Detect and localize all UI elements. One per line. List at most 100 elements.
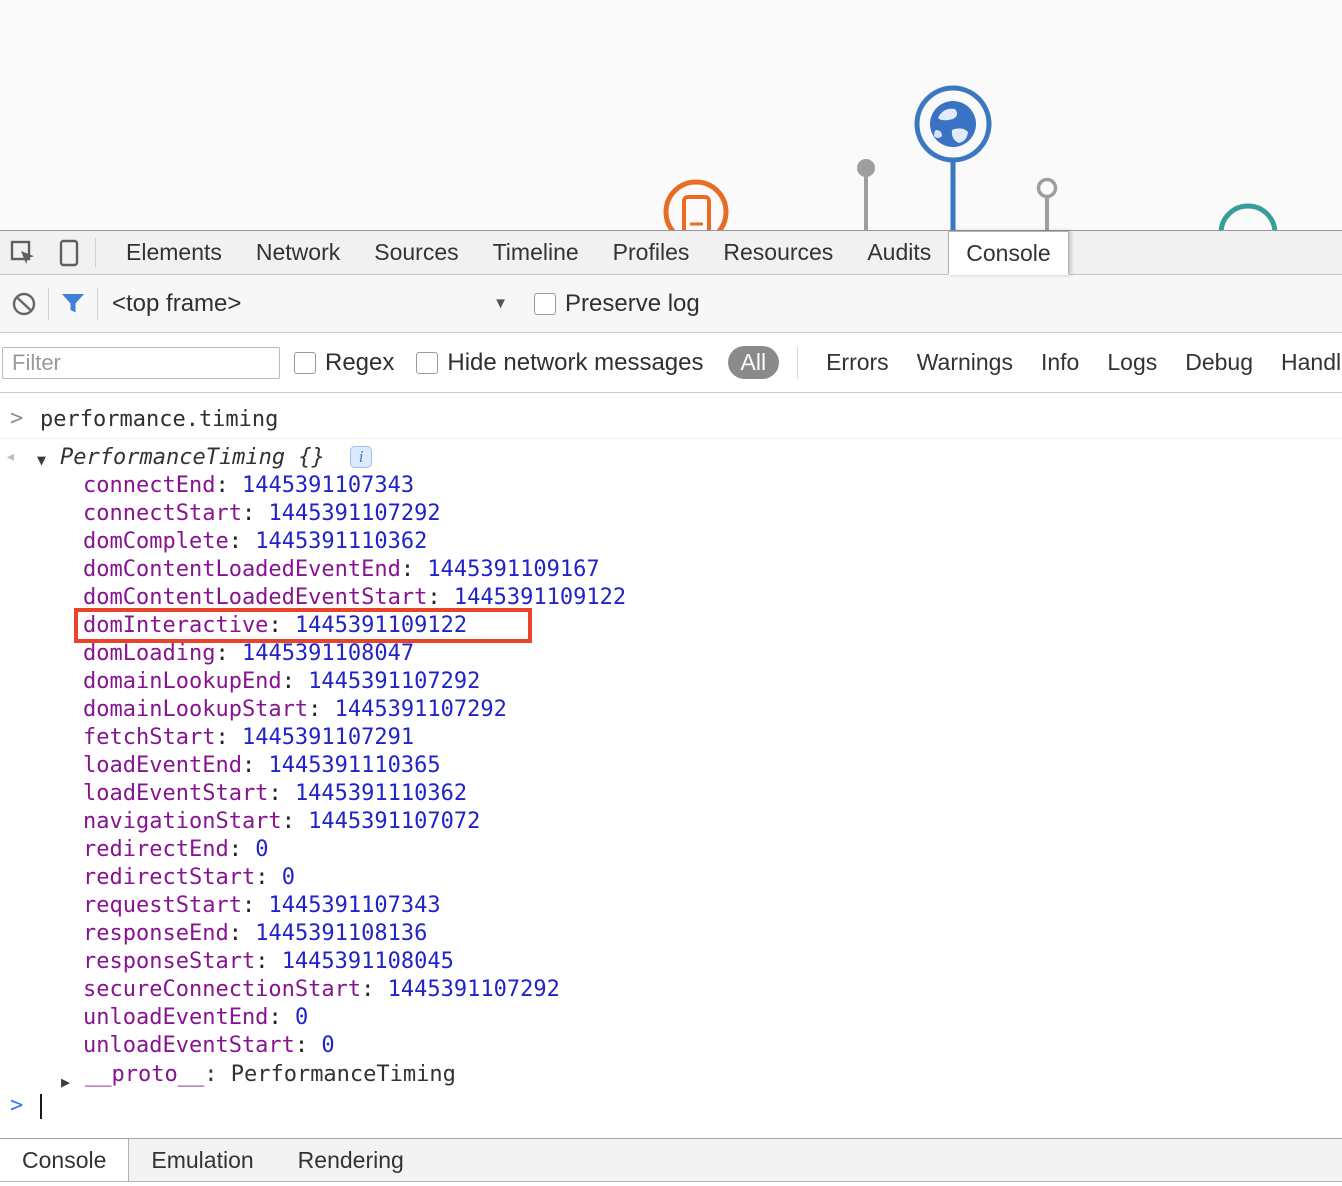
property-name: loadEventStart <box>83 781 269 806</box>
device-mode-icon <box>59 239 79 266</box>
property-name: secureConnectionStart <box>83 977 362 1002</box>
property-value: 1445391110362 <box>294 781 468 806</box>
filter-level-info[interactable]: Info <box>1041 349 1079 376</box>
preserve-log-label: Preserve log <box>565 289 700 317</box>
filter-level-debug[interactable]: Debug <box>1185 349 1253 376</box>
tab-sources[interactable]: Sources <box>357 231 475 274</box>
checkbox-box <box>294 351 316 374</box>
echoed-command: performance.timing <box>40 407 279 432</box>
console-property-row: domainLookupStart: 1445391107292 <box>83 697 507 722</box>
console-properties: connectEnd: 1445391107343 connectStart: 1… <box>0 472 1342 1060</box>
prompt-chevron-icon: > <box>10 1093 24 1118</box>
clear-console-button[interactable] <box>0 275 48 332</box>
webpage-background <box>0 0 1342 230</box>
frame-context-select[interactable]: <top frame> ▼ <box>112 290 508 318</box>
tab-timeline[interactable]: Timeline <box>476 231 596 274</box>
property-value: 1445391107292 <box>387 977 560 1002</box>
hide-network-messages-checkbox[interactable]: Hide network messages <box>416 348 704 377</box>
drawer-tab-console[interactable]: Console <box>0 1139 130 1181</box>
console-property-row: secureConnectionStart: 1445391107292 <box>83 977 560 1002</box>
filter-level-warnings[interactable]: Warnings <box>917 349 1013 376</box>
result-object-braces: {} <box>298 445 325 470</box>
property-value: 0 <box>294 1005 309 1030</box>
main-tabs: Elements Network Sources Timeline Profiles Re… <box>109 231 1069 275</box>
property-value: 0 <box>281 865 295 890</box>
drawer-tab-emulation[interactable]: Emulation <box>129 1139 275 1181</box>
drawer-tabbar: Console Emulation Rendering <box>0 1138 1342 1182</box>
console-property-row: domContentLoadedEventEnd: 1445391109167 <box>83 557 600 582</box>
devtools-panel: Elements Network Sources Timeline Profiles Re… <box>0 230 1342 1185</box>
console-property-row: domLoading: 1445391108047 <box>83 641 415 666</box>
bottom-strip <box>0 1182 1342 1185</box>
console-property-row: domInteractive: 1445391109122 <box>0 608 1342 643</box>
property-value: 1445391107343 <box>268 893 441 918</box>
filter-funnel-icon <box>62 293 84 312</box>
tab-console[interactable]: Console <box>948 231 1069 275</box>
console-output: > performance.timing ◂ ▼ PerformanceTimi… <box>0 393 1342 1138</box>
property-name: domainLookupStart <box>83 697 309 722</box>
tab-resources[interactable]: Resources <box>706 231 850 274</box>
drawer-tab-rendering[interactable]: Rendering <box>276 1139 426 1181</box>
property-value: 1445391107292 <box>308 669 481 694</box>
hide-network-messages-label: Hide network messages <box>447 348 704 376</box>
browser-globe-icon <box>914 85 992 230</box>
inspect-element-icon <box>10 240 34 264</box>
result-object-name[interactable]: PerformanceTiming <box>60 445 285 470</box>
property-name: requestStart <box>83 893 242 918</box>
property-value: 1445391109122 <box>294 613 468 638</box>
console-property-row: responseEnd: 1445391108136 <box>83 921 428 946</box>
filter-input[interactable] <box>2 346 280 379</box>
property-name: domContentLoadedEventStart <box>83 585 428 610</box>
console-property-row: responseStart: 1445391108045 <box>83 949 454 974</box>
property-name: responseStart <box>83 949 256 974</box>
toolbar-divider <box>95 238 96 267</box>
property-value: 1445391107292 <box>334 697 507 722</box>
info-icon[interactable]: i <box>350 446 373 468</box>
property-value: 1445391108045 <box>281 949 454 974</box>
property-value: 1445391108047 <box>241 641 415 666</box>
tab-profiles[interactable]: Profiles <box>596 231 707 274</box>
preserve-log-checkbox[interactable]: Preserve log <box>534 290 700 318</box>
device-mode-button[interactable] <box>46 231 92 274</box>
property-name: connectEnd <box>83 473 216 498</box>
devtools-tabbar: Elements Network Sources Timeline Profiles Re… <box>0 231 1342 275</box>
console-property-row: domContentLoadedEventStart: 144539110912… <box>83 585 627 610</box>
teal-circle-icon <box>1218 203 1278 230</box>
property-name: fetchStart <box>83 725 216 750</box>
filter-level-errors[interactable]: Errors <box>826 349 889 376</box>
property-value: 1445391107291 <box>241 725 415 750</box>
property-value: 1445391110365 <box>268 753 441 778</box>
property-name: navigationStart <box>83 809 282 834</box>
toolbar-divider <box>797 346 799 379</box>
regex-checkbox[interactable]: Regex <box>294 349 394 377</box>
property-name: responseEnd <box>83 921 229 946</box>
colon: : <box>204 1062 231 1087</box>
property-value: 1445391107292 <box>268 501 441 526</box>
output-arrow-icon: ◂ <box>5 446 16 467</box>
tab-elements[interactable]: Elements <box>109 231 239 274</box>
property-value: 1445391108136 <box>255 921 428 946</box>
frame-context-label: <top frame> <box>112 289 242 317</box>
filter-level-logs[interactable]: Logs <box>1107 349 1157 376</box>
filter-level-all[interactable]: All <box>727 346 780 379</box>
filter-level-handled[interactable]: Handled <box>1281 349 1342 376</box>
property-name: domainLookupEnd <box>83 669 282 694</box>
console-input-echo: > performance.timing <box>0 403 1342 439</box>
regex-label: Regex <box>325 348 395 376</box>
tab-audits[interactable]: Audits <box>850 231 948 274</box>
console-property-row: unloadEventEnd: 0 <box>83 1005 309 1030</box>
collapse-triangle-icon[interactable]: ▼ <box>37 451 46 469</box>
screen: Elements Network Sources Timeline Profiles Re… <box>0 0 1342 1186</box>
filter-levels: All Errors Warnings Info Logs Debug Handled <box>704 346 1342 379</box>
filter-button[interactable] <box>49 275 97 332</box>
tab-network[interactable]: Network <box>239 231 357 274</box>
console-toolbar: <top frame> ▼ Preserve log <box>0 275 1342 333</box>
property-value: 1445391109122 <box>453 585 627 610</box>
property-name: __proto__ <box>85 1062 205 1087</box>
property-value: PerformanceTiming <box>230 1062 456 1087</box>
property-value: 1445391107343 <box>241 473 415 498</box>
inspect-element-button[interactable] <box>0 231 46 274</box>
property-name: domComplete <box>83 529 229 554</box>
proto-row: ▶ __proto__: PerformanceTiming <box>0 1060 1342 1091</box>
console-prompt[interactable]: > <box>0 1090 1342 1125</box>
